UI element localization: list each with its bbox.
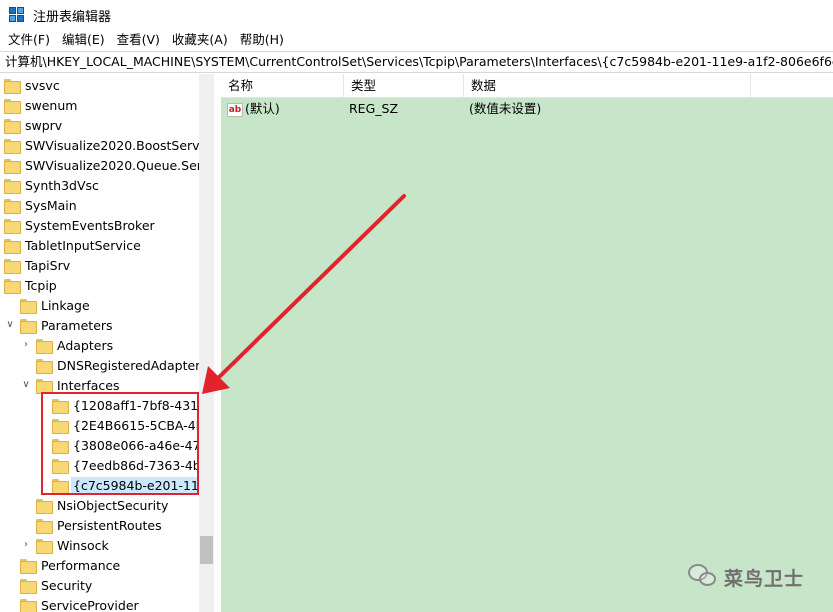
folder-icon: [20, 578, 37, 594]
folder-icon: [36, 338, 53, 354]
tree-item-label: Adapters: [57, 337, 114, 353]
tree-item-svsvc[interactable]: svsvc: [4, 75, 62, 95]
folder-icon: [4, 278, 21, 294]
tree-item-label: svsvc: [25, 77, 60, 93]
tree-item-label: Tcpip: [25, 277, 57, 293]
tree-item-label: SystemEventsBroker: [25, 217, 155, 233]
folder-icon: [4, 178, 21, 194]
tree-item-swvisualize-queue[interactable]: SWVisualize2020.Queue.Server: [4, 155, 214, 175]
tree-item-dnsregisteredadapters[interactable]: DNSRegisteredAdapters: [36, 355, 209, 375]
folder-icon: [4, 118, 21, 134]
tree-item-parameters[interactable]: Parameters: [20, 315, 115, 335]
tree-item-label: TapiSrv: [25, 257, 71, 273]
folder-icon: [20, 598, 37, 612]
menu-bar: 文件(F) 编辑(E) 查看(V) 收藏夹(A) 帮助(H): [0, 30, 833, 50]
chevron-down-icon[interactable]: ∨: [21, 380, 31, 390]
folder-icon: [36, 518, 53, 534]
folder-icon: [4, 138, 21, 154]
folder-icon: [20, 558, 37, 574]
tree-item-sysmain[interactable]: SysMain: [4, 195, 79, 215]
tree-item-label: NsiObjectSecurity: [57, 497, 169, 513]
tree-item-label: TabletInputService: [25, 237, 141, 253]
registry-tree: svsvc swenum swprv SWVisualize2020.Boost…: [0, 74, 214, 612]
tree-item-performance[interactable]: Performance: [20, 555, 122, 575]
tree-item-security[interactable]: Security: [20, 575, 94, 595]
tree-item-label: Performance: [41, 557, 121, 573]
tree-item-nsiobjectsecurity[interactable]: NsiObjectSecurity: [36, 495, 170, 515]
tree-item-label: Parameters: [41, 317, 113, 333]
watermark: 菜鸟卫士: [688, 562, 804, 592]
tree-item-label: SWVisualize2020.BoostService: [25, 137, 214, 153]
folder-icon: [36, 498, 53, 514]
tree-item-tapisrv[interactable]: TapiSrv: [4, 255, 72, 275]
tree-item-label: DNSRegisteredAdapters: [57, 357, 207, 373]
folder-icon: [36, 378, 53, 394]
value-name-cell: ab (默认): [227, 100, 280, 118]
tree-item-label: swprv: [25, 117, 63, 133]
tree-item-label: Winsock: [57, 537, 109, 553]
value-data: (数值未设置): [469, 101, 542, 116]
folder-icon: [4, 218, 21, 234]
tree-item-label: Security: [41, 577, 93, 593]
values-list: 名称 类型 数据 ab (默认) REG_SZ (数值未设置): [221, 74, 833, 612]
tree-scrollbar-thumb[interactable]: [200, 536, 213, 564]
tree-item-systemeventsbroker[interactable]: SystemEventsBroker: [4, 215, 157, 235]
menu-favorites[interactable]: 收藏夹(A): [166, 30, 234, 50]
tree-item-adapters[interactable]: Adapters: [36, 335, 115, 355]
column-header-name[interactable]: 名称: [221, 74, 344, 98]
folder-icon: [4, 238, 21, 254]
tree-item-label: PersistentRoutes: [57, 517, 162, 533]
tree-item-label: Interfaces: [57, 377, 120, 393]
tree-item-swprv[interactable]: swprv: [4, 115, 64, 135]
value-row[interactable]: ab (默认) REG_SZ (数值未设置): [221, 100, 833, 118]
tree-item-swvisualize-boost[interactable]: SWVisualize2020.BoostService: [4, 135, 214, 155]
folder-icon: [20, 318, 37, 334]
folder-icon: [4, 78, 21, 94]
tree-item-winsock[interactable]: Winsock: [36, 535, 111, 555]
tree-item-tabletinputservice[interactable]: TabletInputService: [4, 235, 143, 255]
tree-item-serviceprovider[interactable]: ServiceProvider: [20, 595, 141, 612]
tree-item-tcpip[interactable]: Tcpip: [4, 275, 59, 295]
folder-icon: [36, 538, 53, 554]
tree-item-label: SWVisualize2020.Queue.Server: [25, 157, 214, 173]
menu-edit[interactable]: 编辑(E): [56, 30, 111, 50]
tree-item-label: swenum: [25, 97, 78, 113]
folder-icon: [4, 98, 21, 114]
column-header-data[interactable]: 数据: [464, 74, 751, 98]
list-header: 名称 类型 数据: [221, 74, 833, 98]
tree-item-label: SysMain: [25, 197, 77, 213]
tree-item-persistentroutes[interactable]: PersistentRoutes: [36, 515, 164, 535]
tree-item-swenum[interactable]: swenum: [4, 95, 79, 115]
chevron-right-icon[interactable]: ›: [21, 340, 31, 350]
menu-view[interactable]: 查看(V): [111, 30, 166, 50]
folder-icon: [4, 158, 21, 174]
value-name: (默认): [245, 101, 280, 116]
chevron-right-icon[interactable]: ›: [21, 540, 31, 550]
window-title: 注册表编辑器: [33, 9, 112, 25]
address-bar[interactable]: 计算机\HKEY_LOCAL_MACHINE\SYSTEM\CurrentCon…: [0, 51, 833, 73]
tree-item-label: ServiceProvider: [41, 597, 139, 612]
column-header-type[interactable]: 类型: [344, 74, 464, 98]
title-bar: 注册表编辑器: [0, 0, 833, 30]
chevron-down-icon[interactable]: ∨: [5, 320, 15, 330]
folder-icon: [36, 358, 53, 374]
tree-item-linkage[interactable]: Linkage: [20, 295, 92, 315]
menu-file[interactable]: 文件(F): [2, 30, 56, 50]
string-value-icon: ab: [227, 102, 243, 117]
tree-item-label: Linkage: [41, 297, 90, 313]
annotation-highlight-box: [41, 392, 199, 495]
tree-item-synth3dvsc[interactable]: Synth3dVsc: [4, 175, 101, 195]
folder-icon: [20, 298, 37, 314]
menu-help[interactable]: 帮助(H): [234, 30, 290, 50]
folder-icon: [4, 258, 21, 274]
tree-item-label: Synth3dVsc: [25, 177, 99, 193]
regedit-app-icon: [9, 7, 25, 23]
value-type: REG_SZ: [349, 101, 399, 116]
tree-scrollbar[interactable]: [199, 74, 214, 612]
folder-icon: [4, 198, 21, 214]
wechat-icon: [688, 564, 718, 590]
watermark-text: 菜鸟卫士: [724, 567, 805, 590]
